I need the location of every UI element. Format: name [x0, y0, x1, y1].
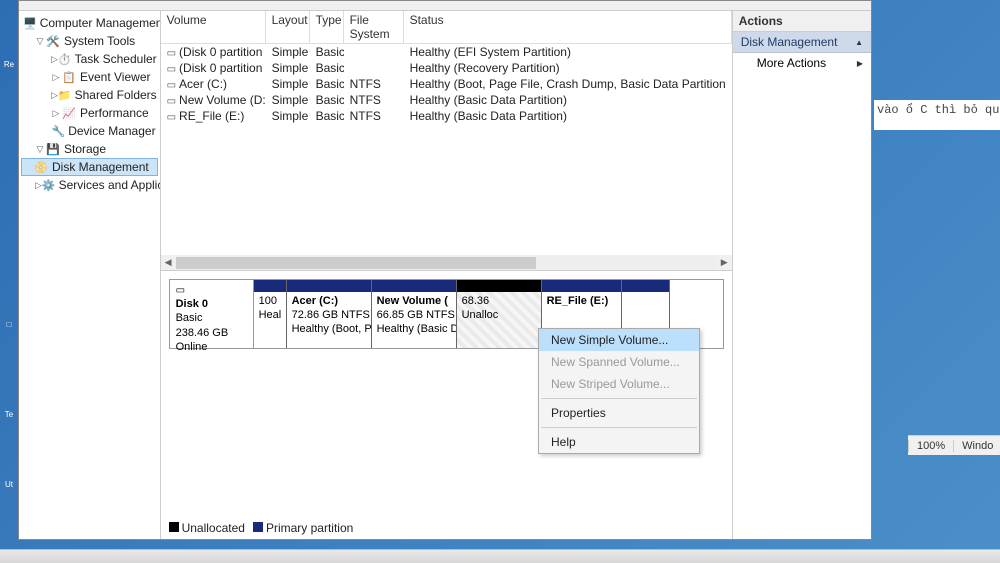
col-type[interactable]: Type — [310, 11, 344, 43]
context-menu[interactable]: New Simple Volume... New Spanned Volume.… — [538, 328, 700, 454]
services-icon: ⚙️ — [42, 177, 56, 193]
tree-label: Task Scheduler — [75, 52, 157, 66]
legend: Unallocated Primary partition — [169, 521, 354, 535]
table-row[interactable]: (Disk 0 partition 6)SimpleBasicHealthy (… — [161, 60, 732, 76]
menu-new-spanned-volume: New Spanned Volume... — [539, 351, 699, 373]
tree-shared-folders[interactable]: ▷📁 Shared Folders — [21, 86, 158, 104]
col-layout[interactable]: Layout — [266, 11, 310, 43]
actions-label: More Actions — [757, 56, 826, 70]
menu-new-simple-volume[interactable]: New Simple Volume... — [539, 329, 699, 351]
background-statusbar: 100% Windo — [908, 435, 1000, 455]
disk-size: 238.46 GB — [176, 326, 247, 340]
tree-services-apps[interactable]: ▷⚙️ Services and Applications — [21, 176, 158, 194]
center-pane: Volume Layout Type File System Status (D… — [161, 11, 733, 539]
hscrollbar[interactable]: ◀ ▶ — [161, 255, 732, 270]
folder-icon: 📁 — [58, 87, 72, 103]
background-window-text: vào ổ C thì bỏ qua — [874, 100, 1000, 130]
os-label: Windo — [953, 440, 1000, 452]
tree-label: Event Viewer — [80, 70, 150, 84]
collapse-arrow-icon: ▲ — [855, 38, 863, 47]
partition-primary[interactable]: Acer (C:)72.86 GB NTFSHealthy (Boot, P — [287, 280, 372, 348]
tree-system-tools[interactable]: ▽🛠️ System Tools — [21, 32, 158, 50]
tree-performance[interactable]: ▷📈 Performance — [21, 104, 158, 122]
disk-type: Basic — [176, 311, 247, 325]
disk-info: ▭ Disk 0 Basic 238.46 GB Online — [170, 280, 254, 348]
nav-tree[interactable]: 🖥️ Computer Management (Local) ▽🛠️ Syste… — [19, 11, 161, 539]
disk-icon: 📀 — [33, 159, 49, 175]
legend-primary: Primary partition — [266, 521, 353, 535]
legend-unallocated: Unallocated — [182, 521, 245, 535]
computer-icon: 🖥️ — [23, 15, 37, 31]
tree-label: Performance — [80, 106, 149, 120]
partition-primary[interactable]: 100Heal — [254, 280, 287, 348]
scroll-left-icon[interactable]: ◀ — [161, 257, 176, 268]
menu-help[interactable]: Help — [539, 431, 699, 453]
tools-icon: 🛠️ — [45, 33, 61, 49]
tree-label: Storage — [64, 142, 106, 156]
toolbar — [19, 1, 871, 11]
partition-primary[interactable]: New Volume (66.85 GB NTFSHealthy (Basic … — [372, 280, 457, 348]
menu-properties[interactable]: Properties — [539, 402, 699, 424]
table-row[interactable]: (Disk 0 partition 1)SimpleBasicHealthy (… — [161, 44, 732, 60]
table-row[interactable]: RE_File (E:)SimpleBasicNTFSHealthy (Basi… — [161, 108, 732, 124]
desktop-icon[interactable]: □ — [2, 320, 16, 355]
menu-separator — [541, 398, 697, 399]
tree-device-manager[interactable]: 🔧 Device Manager — [21, 122, 158, 140]
clock-icon: ⏱️ — [58, 51, 72, 67]
menu-new-striped-volume: New Striped Volume... — [539, 373, 699, 395]
disk-label: Disk 0 — [176, 297, 247, 311]
storage-icon: 💾 — [45, 141, 61, 157]
tree-storage[interactable]: ▽💾 Storage — [21, 140, 158, 158]
scroll-track[interactable] — [176, 257, 717, 269]
tree-task-scheduler[interactable]: ▷⏱️ Task Scheduler — [21, 50, 158, 68]
taskbar[interactable] — [0, 549, 1000, 563]
desktop-icon[interactable]: Ut — [2, 480, 16, 515]
tree-label: Shared Folders — [75, 88, 157, 102]
tree-disk-management[interactable]: 📀 Disk Management — [21, 158, 158, 176]
zoom-level: 100% — [908, 440, 953, 452]
tree-event-viewer[interactable]: ▷📋 Event Viewer — [21, 68, 158, 86]
volume-list[interactable]: Volume Layout Type File System Status (D… — [161, 11, 732, 271]
scroll-thumb[interactable] — [176, 257, 536, 269]
tree-label: Disk Management — [52, 160, 149, 174]
col-volume[interactable]: Volume — [161, 11, 266, 43]
tree-root[interactable]: 🖥️ Computer Management (Local) — [21, 14, 158, 32]
computer-management-window: 🖥️ Computer Management (Local) ▽🛠️ Syste… — [18, 0, 872, 540]
tree-label: Device Manager — [68, 124, 155, 138]
desktop-icon[interactable]: Re — [2, 60, 16, 95]
actions-disk-management[interactable]: Disk Management ▲ — [733, 32, 871, 53]
tree-label: Computer Management (Local) — [40, 16, 161, 30]
disk-state: Online — [176, 340, 247, 354]
desktop-icon[interactable]: Te — [2, 410, 16, 445]
tree-label: System Tools — [64, 34, 135, 48]
menu-separator — [541, 427, 697, 428]
device-icon: 🔧 — [52, 123, 66, 139]
col-status[interactable]: Status — [404, 11, 732, 43]
actions-pane: Actions Disk Management ▲ More Actions ▶ — [733, 11, 871, 539]
submenu-arrow-icon: ▶ — [857, 59, 863, 68]
actions-label: Disk Management — [741, 35, 838, 49]
volume-header[interactable]: Volume Layout Type File System Status — [161, 11, 732, 44]
table-row[interactable]: Acer (C:)SimpleBasicNTFSHealthy (Boot, P… — [161, 76, 732, 92]
event-icon: 📋 — [61, 69, 77, 85]
actions-more[interactable]: More Actions ▶ — [733, 53, 871, 73]
actions-header: Actions — [733, 11, 871, 32]
table-row[interactable]: New Volume (D:)SimpleBasicNTFSHealthy (B… — [161, 92, 732, 108]
partition-unallocated[interactable]: 68.36Unalloc — [457, 280, 542, 348]
performance-icon: 📈 — [61, 105, 77, 121]
scroll-right-icon[interactable]: ▶ — [717, 257, 732, 268]
col-filesystem[interactable]: File System — [344, 11, 404, 43]
tree-label: Services and Applications — [59, 178, 161, 192]
